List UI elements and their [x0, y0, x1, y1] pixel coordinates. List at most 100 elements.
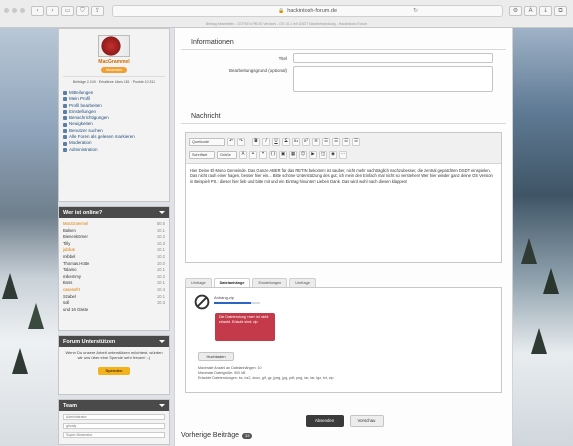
- forbidden-icon: [194, 294, 210, 310]
- online-user[interactable]: Boss 10.1: [63, 280, 165, 287]
- message-editor: Quellcode ↶ ↷ B I U S x₂ x² ≡ ☰ ☰ ☰ ☰ Sc…: [185, 132, 502, 263]
- user-icon: [63, 97, 67, 102]
- downloads-icon[interactable]: ↓: [539, 5, 552, 16]
- code-button[interactable]: {}: [269, 150, 277, 159]
- tree-decoration: [28, 303, 44, 329]
- superscript-button[interactable]: x²: [302, 137, 310, 146]
- support-text: Wenn Du unsere Arbeit unterstützen möcht…: [65, 350, 163, 360]
- browser-toolbar: ‹ › ▭ ⛉ ⇪ 🔒 hackintosh-forum.de ↻ ⚙ A ↓ …: [0, 0, 573, 21]
- list-button[interactable]: ≡: [312, 137, 320, 146]
- align-right-button[interactable]: ☰: [342, 137, 350, 146]
- zoom-window-icon[interactable]: [20, 8, 25, 13]
- team-panel: Team Administrator ghosty Super-Moderato…: [58, 399, 170, 445]
- address-bar[interactable]: 🔒 hackintosh-forum.de ↻: [112, 4, 503, 17]
- spoiler-button[interactable]: ◫: [319, 150, 327, 159]
- share-icon[interactable]: ⇪: [91, 5, 104, 16]
- source-code-button[interactable]: Quellcode: [189, 137, 225, 146]
- image-button[interactable]: ▣: [279, 150, 287, 159]
- italic-button[interactable]: I: [262, 137, 270, 146]
- panel-header[interactable]: Team: [59, 400, 169, 411]
- online-user-list: MacGrammel 50.5 Balsen 10.1 Bienenkörner 10…: [59, 218, 169, 316]
- online-user[interactable]: Bienenkörner 10.2: [63, 234, 165, 241]
- undo-button[interactable]: ↶: [227, 137, 235, 146]
- font-size-select[interactable]: Größe: [217, 150, 237, 159]
- wrench-icon: [63, 147, 67, 152]
- tab-settings[interactable]: Einstellungen: [252, 278, 288, 287]
- more-button[interactable]: ⋯: [339, 150, 347, 159]
- panel-title: Forum Unterstützen: [63, 338, 116, 345]
- message-textarea[interactable]: Hier Deine El-Mono Gemeinde. Das Ganze A…: [186, 164, 501, 262]
- align-center-button[interactable]: ☰: [332, 137, 340, 146]
- background-scenery-right: [513, 28, 573, 446]
- title-row: Titel: [175, 53, 512, 63]
- panel-header[interactable]: Forum Unterstützen: [59, 336, 169, 347]
- bold-button[interactable]: B: [252, 137, 260, 146]
- table-button[interactable]: ▦: [289, 150, 297, 159]
- online-user[interactable]: casesefrt 10.4: [63, 287, 165, 294]
- edit-reason-textarea[interactable]: [293, 66, 493, 92]
- text-color-button[interactable]: A: [239, 150, 247, 159]
- tab-poll[interactable]: Umfrage: [185, 278, 212, 287]
- avatar[interactable]: [98, 35, 130, 57]
- strikethrough-button[interactable]: S: [282, 137, 290, 146]
- pencil-icon: [63, 103, 67, 108]
- online-user[interactable]: mikemmy 10.2: [63, 274, 165, 281]
- align-left-button[interactable]: ☰: [322, 137, 330, 146]
- editor-tabs: Umfrage Dateianhänge Einstellungen Umfra…: [185, 278, 502, 288]
- background-scenery-left: [0, 28, 58, 446]
- menu-item[interactable]: Administration: [63, 147, 165, 153]
- chevron-down-icon[interactable]: [159, 340, 165, 343]
- username[interactable]: MacGrammel: [63, 59, 165, 65]
- justify-button[interactable]: ☰: [352, 137, 360, 146]
- link-button[interactable]: ⚭: [249, 150, 257, 159]
- online-user[interactable]: Tilly 10.3: [63, 241, 165, 248]
- upload-button[interactable]: Hochladen: [198, 352, 234, 361]
- upload-item: Anhang.zip: [194, 294, 493, 310]
- tab-attachments[interactable]: Dateianhänge: [213, 278, 251, 287]
- title-label: Titel: [278, 55, 287, 61]
- online-user[interactable]: soll 10.3: [63, 300, 165, 307]
- close-window-icon[interactable]: [4, 8, 9, 13]
- check-icon: [63, 135, 67, 140]
- preview-button[interactable]: Vorschau: [349, 415, 384, 427]
- submit-button[interactable]: Absenden: [305, 415, 344, 427]
- media-button[interactable]: ▶: [309, 150, 317, 159]
- bell-icon: [63, 116, 67, 121]
- quote-button[interactable]: ❝: [259, 150, 267, 159]
- redo-button[interactable]: ↷: [237, 137, 245, 146]
- attachments-panel: Anhang.zip Die Dateiendung »rar« ist nic…: [185, 288, 502, 393]
- reader-icon[interactable]: A: [524, 5, 537, 16]
- preview-eye-button[interactable]: ◉: [329, 150, 337, 159]
- font-family-select[interactable]: Schriftart: [189, 150, 215, 159]
- panel-header[interactable]: Wer ist online?: [59, 207, 169, 218]
- online-user[interactable]: Szabel 10.1: [63, 294, 165, 301]
- previous-posts-heading[interactable]: Vorherige Beiträge 33: [181, 432, 253, 439]
- sidebar-toggle-icon[interactable]: ▭: [61, 5, 74, 16]
- tabs-overview-icon[interactable]: ⧉: [554, 5, 567, 16]
- underline-button[interactable]: U: [272, 137, 280, 146]
- online-user[interactable]: Balsen 10.1: [63, 228, 165, 235]
- online-user[interactable]: MacGrammel 50.5: [63, 221, 165, 228]
- back-button[interactable]: ‹: [31, 5, 44, 16]
- shield-icon[interactable]: ⛉: [76, 5, 89, 16]
- upload-progress-fill: [214, 302, 251, 304]
- title-input[interactable]: [293, 53, 493, 63]
- online-user[interactable]: jubilus 10.1: [63, 247, 165, 254]
- browser-tab-caption[interactable]: Beitrag bearbeiten - GOTM?o?RIOS Vendors…: [0, 21, 573, 28]
- smiley-button[interactable]: ☺: [299, 150, 307, 159]
- main-content: Informationen Titel Bearbeitungsgrund (o…: [174, 28, 513, 446]
- tab-poll-2[interactable]: Umfrage: [289, 278, 316, 287]
- online-user[interactable]: mibbel 10.2: [63, 254, 165, 261]
- donate-button[interactable]: Spenden: [98, 367, 130, 375]
- forward-button[interactable]: ›: [46, 5, 59, 16]
- gear-icon: [63, 110, 67, 115]
- extension-icon[interactable]: ⚙: [509, 5, 522, 16]
- reload-icon[interactable]: ↻: [413, 7, 418, 14]
- subscript-button[interactable]: x₂: [292, 137, 300, 146]
- minimize-window-icon[interactable]: [12, 8, 17, 13]
- online-user[interactable]: Talamo 10.1: [63, 267, 165, 274]
- team-member[interactable]: ghosty: [63, 423, 165, 429]
- chevron-down-icon[interactable]: [159, 211, 165, 214]
- chevron-down-icon[interactable]: [159, 404, 165, 407]
- online-user[interactable]: Thomas.Hütte 10.0: [63, 261, 165, 268]
